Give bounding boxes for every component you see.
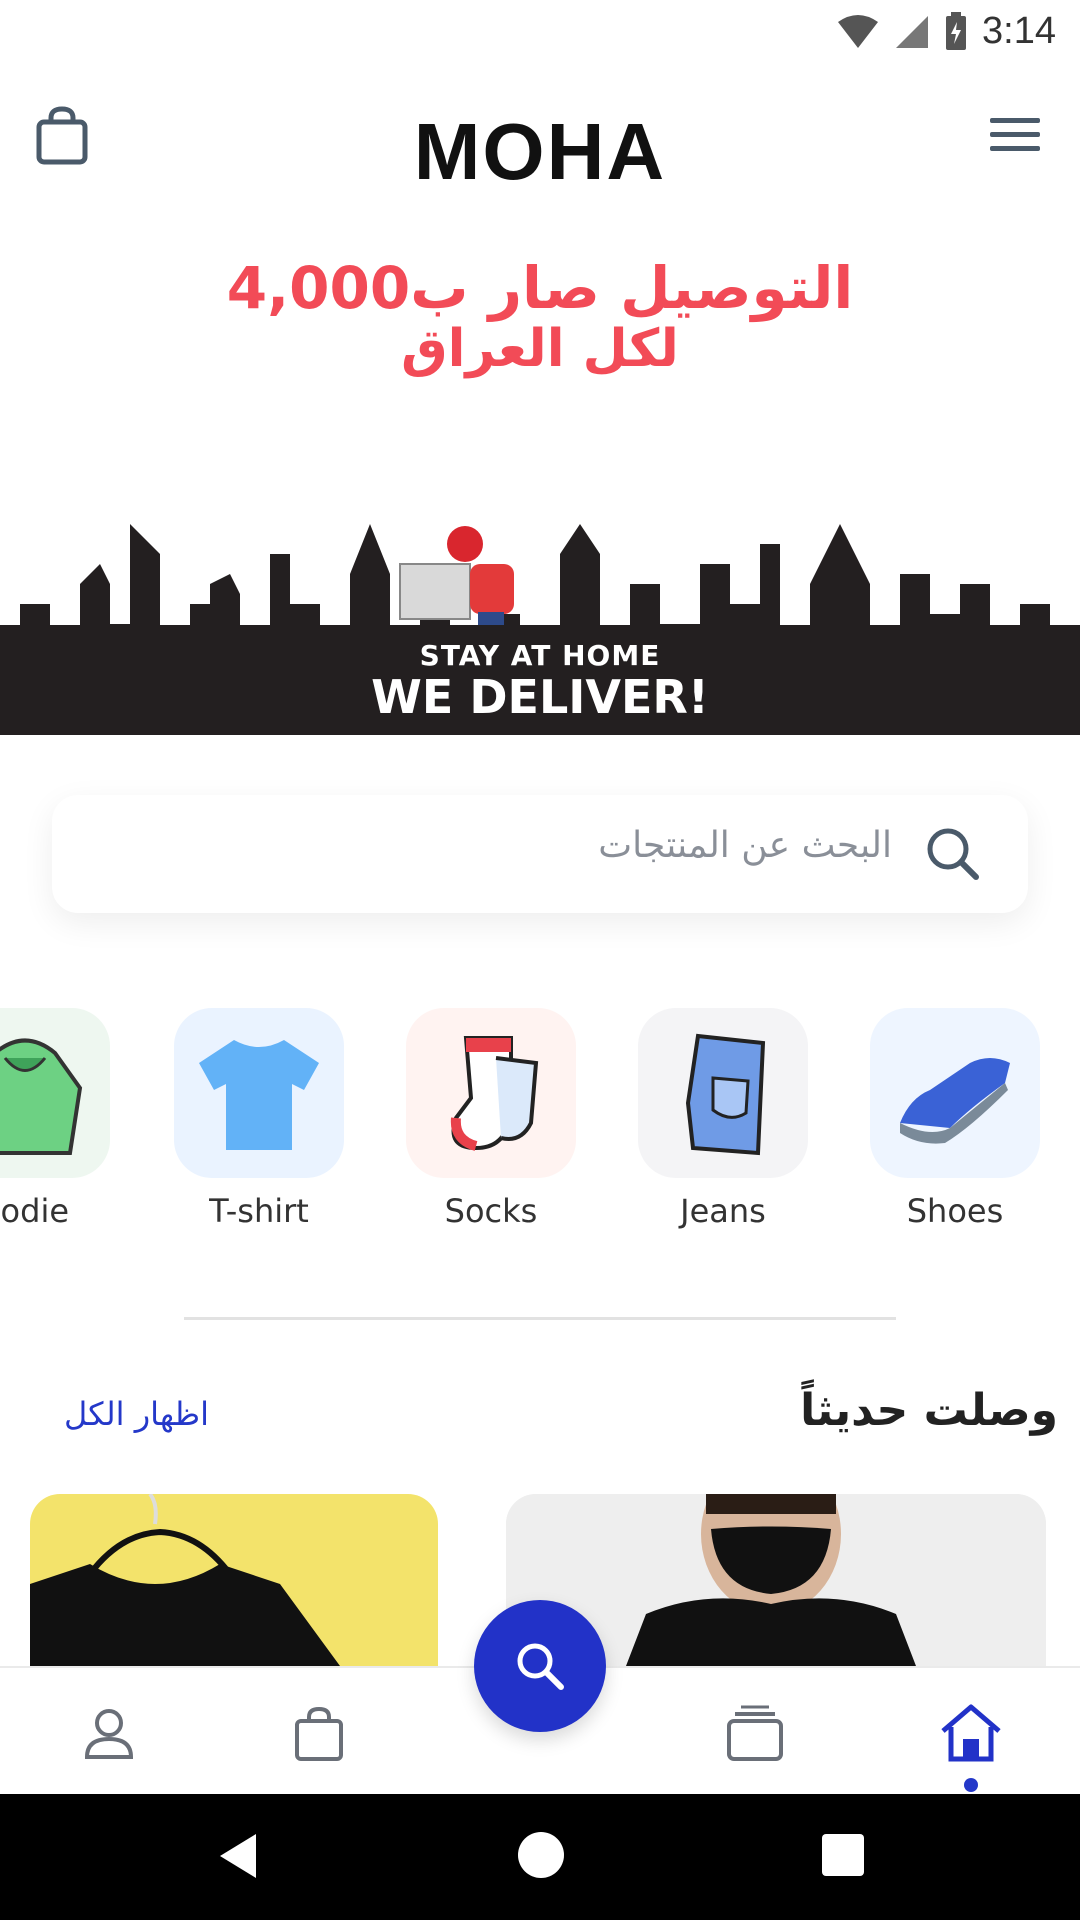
category-hoodie[interactable]: oodie (0, 1008, 110, 1230)
category-tshirt[interactable]: T-shirt (174, 1008, 344, 1230)
status-bar: 3:14 (0, 0, 1080, 64)
banner-tagline-small: STAY AT HOME (419, 639, 661, 672)
category-socks[interactable]: Socks (406, 1008, 576, 1230)
active-tab-indicator (964, 1778, 978, 1792)
category-label: Jeans (680, 1192, 766, 1230)
category-label: Shoes (906, 1192, 1004, 1230)
category-label: T-shirt (209, 1192, 309, 1230)
app-header: MOHA (0, 64, 1080, 214)
banner-tagline-large: WE DELIVER! (371, 670, 709, 724)
battery-icon (946, 11, 967, 50)
search-icon (517, 1643, 564, 1690)
home-button[interactable] (518, 1832, 564, 1878)
category-carousel[interactable]: oodie T-shirt Socks Jeans (0, 1008, 1080, 1238)
new-arrivals-title: وصلت حديثاً (800, 1385, 1058, 1436)
product-card[interactable] (30, 1494, 438, 1666)
app-logo: MOHA (413, 107, 667, 196)
collections-icon[interactable] (720, 1698, 790, 1768)
banner-headline-2: لكل العراق (401, 319, 679, 379)
system-navigation-bar (0, 1794, 1080, 1920)
home-icon[interactable] (936, 1698, 1006, 1768)
show-all-link[interactable]: اظهار الكل (64, 1395, 209, 1433)
carousel-indicator (460, 727, 620, 733)
category-label: oodie (0, 1192, 70, 1230)
bag-icon[interactable] (284, 1698, 354, 1768)
floating-search-button[interactable] (474, 1600, 606, 1732)
search-input[interactable]: البحث عن المنتجات (52, 795, 1028, 913)
tshirt-icon (199, 1040, 319, 1150)
section-divider (184, 1317, 896, 1320)
hamburger-menu-icon[interactable] (990, 116, 1040, 158)
search-placeholder: البحث عن المنتجات (598, 825, 892, 866)
banner-headline-1: التوصيل صار ب4,000 (226, 254, 854, 322)
product-image (30, 1494, 340, 1666)
hoodie-icon (0, 1038, 83, 1155)
socks-icon (450, 1036, 539, 1151)
jeans-icon (685, 1033, 766, 1156)
status-time: 3:14 (982, 10, 1056, 52)
wifi-icon (838, 14, 879, 48)
category-label: Socks (444, 1192, 538, 1230)
category-jeans[interactable]: Jeans (638, 1008, 808, 1230)
search-icon[interactable] (924, 825, 982, 887)
category-shoes[interactable]: Shoes (870, 1008, 1040, 1230)
recent-apps-button[interactable] (822, 1834, 864, 1876)
shoe-icon (900, 1058, 1010, 1144)
back-icon[interactable] (216, 1832, 260, 1880)
signal-icon (896, 15, 929, 48)
promo-banner[interactable]: التوصيل صار ب4,000 لكل العراق STAY AT HO… (0, 224, 1080, 735)
profile-icon[interactable] (74, 1698, 144, 1768)
